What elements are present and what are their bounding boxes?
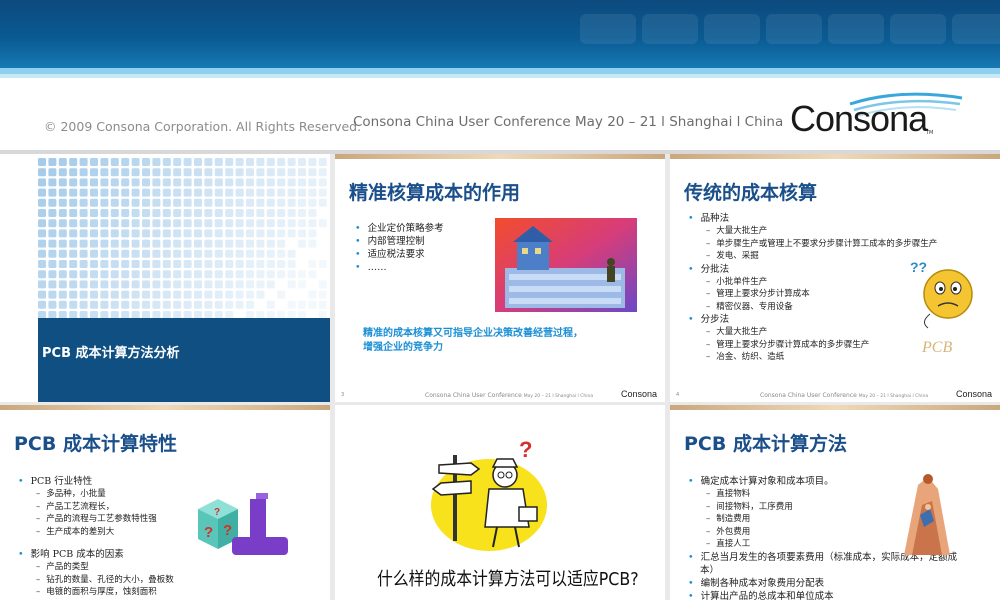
slide-thumbnail-7[interactable]: PCB 成本计算方法 确定成本计算对象和成本项目。直接物料间接物料，工序费用制造… xyxy=(670,405,1000,600)
bullet-item: 适应税法要求 xyxy=(355,248,444,261)
banner-tile xyxy=(580,14,636,44)
copyright-text: © 2009 Consona Corporation. All Rights R… xyxy=(44,119,361,134)
bullet-item: 计算出产品的总成本和单位成本 xyxy=(688,590,957,600)
bullet-item: …… xyxy=(355,261,444,274)
page-number: 3 xyxy=(341,392,344,398)
slide-footer: Consona China User Conference May 20 – 2… xyxy=(425,392,593,399)
svg-text:?: ? xyxy=(214,507,220,518)
bullet-list: PCB 行业特性多品种，小批量产品工艺流程长，产品的流程与工艺参数特性强生产成本… xyxy=(18,475,174,599)
header-banner xyxy=(0,0,1000,68)
banner-tile xyxy=(952,14,1000,44)
bullet-item: 影响 PCB 成本的因素 xyxy=(18,548,174,561)
banner-tile xyxy=(642,14,698,44)
pcb-image-label: PCB xyxy=(921,339,952,356)
bullet-item: 精密仪器、专用设备 xyxy=(688,301,937,314)
bullet-item: 品种法 xyxy=(688,212,937,225)
slide-top-border xyxy=(670,405,1000,410)
svg-text:??: ?? xyxy=(910,259,927,275)
slide-title: PCB 成本计算方法分析 xyxy=(42,342,180,361)
page-number: 4 xyxy=(676,392,679,398)
svg-text:?: ? xyxy=(519,437,532,462)
conference-text: Consona China User Conference May 20 – 2… xyxy=(353,114,783,130)
bullet-item: 多品种，小批量 xyxy=(18,488,174,501)
bullet-item: 发电、采掘 xyxy=(688,250,937,263)
bullet-item: 单步骤生产或管理上不要求分步骤计算工成本的多步骤生产 xyxy=(688,238,937,251)
banner-tile xyxy=(828,14,884,44)
question-text: 什么样的成本计算方法可以适应PCB? xyxy=(377,565,639,591)
house-money-image xyxy=(495,218,637,312)
bullet-item: 企业定价策略参考 xyxy=(355,222,444,235)
slide-footer: Consona China User Conference May 20 – 2… xyxy=(760,392,928,399)
slide-logo: Consona xyxy=(621,389,657,399)
bullet-item: 冶金、纺织、造纸 xyxy=(688,351,937,364)
title-box: PCB 成本计算方法分析 xyxy=(38,318,330,402)
logo-tm: TM xyxy=(926,130,933,136)
dot-grid-pattern xyxy=(38,158,328,322)
slide-top-border xyxy=(0,405,330,410)
slide-title: 传统的成本核算 xyxy=(684,178,817,205)
slide-thumbnail-6[interactable]: ? 什么样的成本计算方法可以适应PCB? xyxy=(335,405,665,600)
logo-wordmark: Consona xyxy=(790,98,927,140)
highlight-text-2: 增强企业的竞争力 xyxy=(363,338,443,353)
slide-logo: Consona xyxy=(956,389,992,399)
bullet-item: 本） xyxy=(688,564,957,577)
consona-logo: Consona TM xyxy=(790,90,965,142)
slide-footer-text: Consona China User Conference xyxy=(760,392,857,399)
slide-thumbnail-4[interactable]: 传统的成本核算 品种法大量大批生产单步骤生产或管理上不要求分步骤计算工成本的多步… xyxy=(670,154,1000,402)
bullet-item: 电镀的面积与厚度，蚀刻面积 xyxy=(18,586,174,599)
bullet-item: 管理上要求分步骤计算成本的多步骤生产 xyxy=(688,339,937,352)
slide-footer-small: May 20 – 21 l Shanghai l China xyxy=(524,394,593,399)
bullet-item: 产品的类型 xyxy=(18,561,174,574)
banner-tile xyxy=(766,14,822,44)
mountain-climber-image xyxy=(894,465,954,557)
bullet-item: 分批法 xyxy=(688,263,937,276)
bullet-item: 大量大批生产 xyxy=(688,326,937,339)
svg-text:?: ? xyxy=(204,524,213,541)
bullet-item: 产品工艺流程长， xyxy=(18,501,174,514)
slide-thumbnail-5[interactable]: PCB 成本计算特性 PCB 行业特性多品种，小批量产品工艺流程长，产品的流程与… xyxy=(0,405,330,600)
slide-thumbnail-2[interactable]: PCB 成本计算方法分析 xyxy=(0,154,330,402)
bullet-item: 管理上要求分步计算成本 xyxy=(688,288,937,301)
slide-footer-text: Consona China User Conference xyxy=(425,392,522,399)
slide-title: PCB 成本计算方法 xyxy=(684,429,847,456)
banner-tile xyxy=(704,14,760,44)
bullet-item: PCB 行业特性 xyxy=(18,475,174,488)
banner-tile xyxy=(890,14,946,44)
bullet-item: 内部管理控制 xyxy=(355,235,444,248)
svg-text:?: ? xyxy=(223,522,232,539)
bullet-item: 分步法 xyxy=(688,313,937,326)
slide-title: PCB 成本计算特性 xyxy=(14,429,177,456)
bullet-item: 编制各种成本对象费用分配表 xyxy=(688,577,957,590)
bullet-item: 产品的流程与工艺参数特性强 xyxy=(18,513,174,526)
slide-title: 精准核算成本的作用 xyxy=(349,178,520,205)
highlight-text-1: 精准的成本核算又可指导企业决策改善经营过程， xyxy=(363,324,583,339)
bullet-item: 钻孔的数量、孔径的大小，叠板数 xyxy=(18,574,174,587)
bullet-item: 小批单件生产 xyxy=(688,276,937,289)
bullet-list: 企业定价策略参考 内部管理控制 适应税法要求 …… xyxy=(355,222,444,274)
bullet-list: 品种法大量大批生产单步骤生产或管理上不要求分步骤计算工成本的多步骤生产发电、采掘… xyxy=(688,212,937,364)
bullet-item: 大量大批生产 xyxy=(688,225,937,238)
question-face-icon: ?? PCB xyxy=(908,258,980,358)
slide-top-border xyxy=(335,154,665,159)
slide-thumbnail-3[interactable]: 精准核算成本的作用 企业定价策略参考 内部管理控制 适应税法要求 …… 精准的成… xyxy=(335,154,665,402)
confused-man-signpost-image: ? xyxy=(427,437,557,555)
slide-footer-small: May 20 – 21 l Shanghai l China xyxy=(859,394,928,399)
bullet-item xyxy=(18,538,174,548)
slide-top-border xyxy=(670,154,1000,159)
bullet-item: 生产成本的差别大 xyxy=(18,526,174,539)
puzzle-cubes-icon: ? ? ? xyxy=(196,489,296,561)
